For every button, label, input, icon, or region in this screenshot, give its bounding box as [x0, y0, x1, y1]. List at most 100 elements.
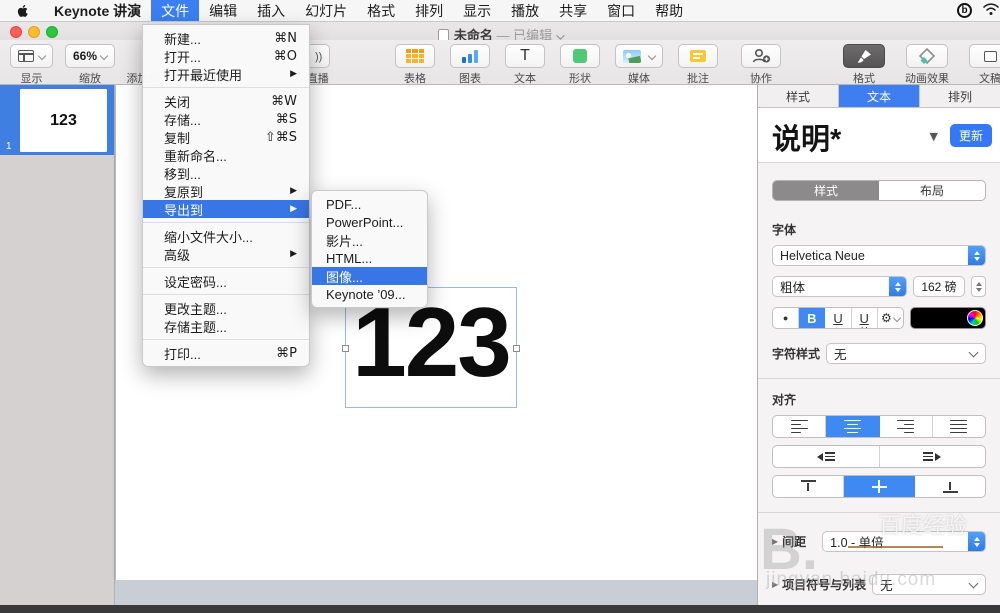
- menu-item[interactable]: 更改主题... ▶: [143, 299, 309, 317]
- collaborate-button[interactable]: 协作: [741, 44, 781, 86]
- menu-bar-items: Keynote 讲演 文件 编辑 插入 幻灯片 格式 排列 显示 播放 共享 窗口 帮助: [44, 0, 693, 21]
- inspector-tab[interactable]: 样式: [758, 85, 839, 107]
- italic-button[interactable]: ●: [773, 308, 800, 328]
- menu-bar-item[interactable]: 帮助: [645, 0, 693, 21]
- menu-item[interactable]: 打开... ⌘O ▶: [143, 47, 309, 65]
- style-dropdown-icon[interactable]: ▼: [930, 130, 938, 143]
- font-size-stepper[interactable]: [971, 276, 986, 297]
- disclosure-triangle-icon[interactable]: ▶: [772, 580, 778, 589]
- inspector-tab[interactable]: 文本: [839, 85, 920, 107]
- submenu-item[interactable]: HTML... ▶: [312, 249, 427, 267]
- align-justify-button[interactable]: [933, 416, 985, 437]
- menu-item[interactable]: 导出到 ▶: [143, 200, 309, 218]
- menu-item[interactable]: 打印... ⌘P ▶: [143, 344, 309, 362]
- font-weight-select[interactable]: 粗体: [772, 276, 907, 297]
- font-size-field[interactable]: 162 磅: [913, 276, 965, 297]
- document-panel-button[interactable]: 文稿: [969, 44, 1000, 86]
- line-spacing-select[interactable]: 1.0 - 单倍: [822, 531, 986, 552]
- title-chevron-icon[interactable]: [556, 31, 565, 40]
- insert-comment-button[interactable]: 批注: [678, 44, 718, 86]
- menu-item[interactable]: 重新命名... ▶: [143, 146, 309, 164]
- font-family-select[interactable]: Helvetica Neue: [772, 245, 986, 266]
- menu-item[interactable]: 高级 ▶: [143, 245, 309, 263]
- text-color-well[interactable]: [910, 307, 986, 329]
- comment-icon: [690, 50, 706, 62]
- update-style-button[interactable]: 更新: [949, 124, 992, 147]
- menu-bar-item[interactable]: 格式: [357, 0, 405, 21]
- align-left-button[interactable]: [773, 416, 827, 437]
- wifi-icon[interactable]: [982, 2, 1000, 19]
- inspector-tab[interactable]: 排列: [920, 85, 1000, 107]
- slide-thumbnail-row[interactable]: 1 123: [0, 85, 114, 155]
- increase-indent-button[interactable]: [880, 446, 986, 467]
- segment-button[interactable]: 布局: [879, 181, 985, 200]
- insert-shape-button[interactable]: 形状: [560, 44, 600, 86]
- format-panel-button[interactable]: 格式: [843, 44, 885, 86]
- format-brush-icon: [857, 49, 871, 63]
- menu-item[interactable]: 关闭 ⌘W ▶: [143, 92, 309, 110]
- menu-separator: [143, 87, 309, 88]
- submenu-item[interactable]: Keynote ’09... ▶: [312, 285, 427, 303]
- valign-top-button[interactable]: [773, 476, 844, 497]
- insert-media-button[interactable]: 媒体: [615, 44, 663, 86]
- submenu-item[interactable]: PDF... ▶: [312, 195, 427, 213]
- menu-bar-item[interactable]: 播放: [501, 0, 549, 21]
- menu-item[interactable]: 复原到 ▶: [143, 182, 309, 200]
- stepper-icon[interactable]: [968, 246, 985, 265]
- system-menu-bar: Keynote 讲演 文件 编辑 插入 幻灯片 格式 排列 显示 播放 共享 窗口 帮助 b: [0, 0, 1000, 22]
- status-menu-icon[interactable]: b: [957, 3, 972, 18]
- menu-bar-item[interactable]: 窗口: [597, 0, 645, 21]
- menu-bar-item[interactable]: 共享: [549, 0, 597, 21]
- underline-button[interactable]: U: [825, 308, 852, 328]
- export-submenu: PDF... ▶ PowerPoint... ▶ 影片... ▶ HTML...…: [311, 190, 428, 308]
- menu-bar-item[interactable]: 排列: [405, 0, 453, 21]
- insert-table-button[interactable]: 表格: [395, 44, 435, 86]
- submenu-item[interactable]: 影片... ▶: [312, 231, 427, 249]
- apple-menu[interactable]: [0, 0, 44, 21]
- menu-bar-item[interactable]: 文件: [151, 0, 200, 21]
- menu-bar-item[interactable]: 幻灯片: [295, 0, 357, 21]
- insert-chart-button[interactable]: 图表: [450, 44, 490, 86]
- menu-bar-item[interactable]: 插入: [247, 0, 295, 21]
- menu-item[interactable]: 存储... ⌘S ▶: [143, 110, 309, 128]
- align-right-button[interactable]: [880, 416, 933, 437]
- animate-panel-button[interactable]: 动画效果: [905, 44, 949, 86]
- chart-icon: [461, 49, 479, 63]
- menu-item[interactable]: 复制 ⇧⌘S ▶: [143, 128, 309, 146]
- menu-item[interactable]: 移到... ▶: [143, 164, 309, 182]
- valign-middle-button[interactable]: [844, 476, 915, 497]
- collaborate-icon: [752, 48, 771, 63]
- zoom-button[interactable]: 66% 缩放: [65, 44, 116, 86]
- menu-item[interactable]: 存储主题... ▶: [143, 317, 309, 335]
- double-underline-button[interactable]: U ··: [852, 308, 878, 328]
- disclosure-triangle-icon[interactable]: ▶: [772, 537, 778, 546]
- menu-separator: [143, 222, 309, 223]
- color-wheel-icon[interactable]: [967, 310, 983, 326]
- dock-edge: [0, 605, 1000, 613]
- stepper-icon[interactable]: [968, 532, 985, 551]
- menu-item[interactable]: 缩小文件大小... ▶: [143, 227, 309, 245]
- align-center-button[interactable]: [826, 416, 880, 437]
- thumbnail-text: 123: [50, 111, 77, 129]
- bullets-select[interactable]: 无: [872, 574, 986, 595]
- menu-separator: [143, 267, 309, 268]
- menu-bar-item[interactable]: 编辑: [199, 0, 247, 21]
- submenu-item[interactable]: 图像... ▶: [312, 267, 427, 285]
- menu-bar-item[interactable]: 显示: [453, 0, 501, 21]
- menu-bar-item[interactable]: Keynote 讲演: [44, 0, 151, 21]
- bold-button[interactable]: B: [799, 308, 826, 328]
- valign-bottom-button[interactable]: [915, 476, 985, 497]
- text-options-button[interactable]: ⚙: [878, 308, 903, 328]
- insert-text-button[interactable]: T 文本: [505, 44, 545, 86]
- stepper-icon[interactable]: [889, 277, 906, 296]
- char-style-select[interactable]: 无: [826, 343, 986, 364]
- view-button[interactable]: 显示: [10, 44, 53, 86]
- font-section-label: 字体: [772, 223, 797, 237]
- menu-item[interactable]: 新建... ⌘N ▶: [143, 29, 309, 47]
- submenu-item[interactable]: PowerPoint... ▶: [312, 213, 427, 231]
- menu-item[interactable]: 设定密码... ▶: [143, 272, 309, 290]
- menu-item[interactable]: 打开最近使用 ▶: [143, 65, 309, 83]
- segment-button[interactable]: 样式: [773, 181, 879, 200]
- decrease-indent-button[interactable]: [773, 446, 880, 467]
- slide-thumbnail[interactable]: 123: [20, 89, 107, 152]
